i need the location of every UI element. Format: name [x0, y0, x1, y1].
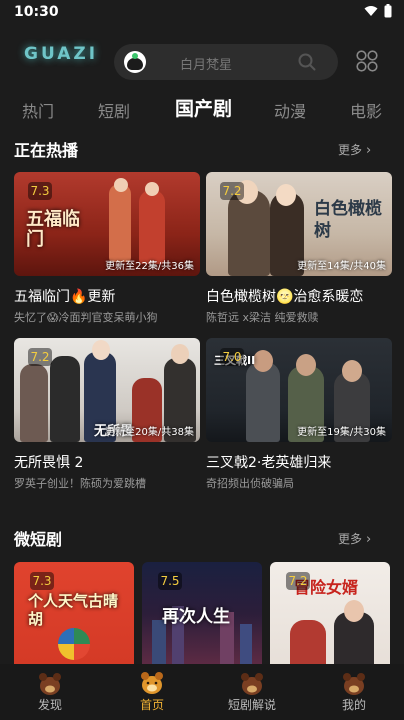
- drama-card[interactable]: 五福临门 7.3 更新至22集/共36集 五福临门🔥更新 失忆了😱冷面判官变呆萌…: [14, 172, 200, 325]
- nav-profile[interactable]: 我的: [314, 664, 394, 713]
- nav-label: 发现: [37, 698, 62, 712]
- section-title-shorts: 微短剧: [14, 530, 63, 549]
- drama-title: 三叉戟2·老英雄归来: [206, 455, 332, 471]
- drama-title: 无所畏惧 2: [14, 455, 84, 471]
- episode-status: 更新至22集/共36集: [105, 261, 194, 272]
- drama-subtitle: 奇招频出侦破骗局: [206, 477, 294, 490]
- poster[interactable]: 五福临门 7.3 更新至22集/共36集: [14, 172, 200, 276]
- tab-domestic-drama[interactable]: 国产剧: [175, 94, 232, 121]
- discover-icon: [39, 673, 61, 695]
- more-label: 更多: [338, 143, 363, 157]
- score-badge: 7.0: [220, 348, 244, 366]
- short-drama-card[interactable]: 冒险女婿 7.2: [270, 562, 390, 666]
- wifi-icon: [364, 6, 378, 16]
- drama-card[interactable]: 无所畏 7.2 更新至20集/共38集 无所畏惧 2 罗英子创业！陈硕为爱跳槽: [14, 338, 200, 491]
- drama-subtitle: 陈哲远 x梁洁 纯爱救赎: [206, 311, 319, 324]
- category-tabs: 热门 短剧 国产剧 动漫 电影: [0, 94, 404, 124]
- drama-title: 五福临门🔥更新: [14, 289, 116, 305]
- poster-title: 个人天气古晴胡: [28, 592, 119, 628]
- search-icon[interactable]: [298, 53, 316, 71]
- episode-status: 更新至14集/共40集: [297, 261, 386, 272]
- chevron-right-icon: ›: [366, 143, 372, 158]
- chevron-right-icon: ›: [366, 532, 372, 547]
- short-drama-card[interactable]: 再次人生 7.5: [142, 562, 262, 666]
- episode-status: 更新至19集/共30集: [297, 427, 386, 438]
- app-logo: GUAZI: [24, 44, 99, 64]
- score-badge: 7.5: [158, 572, 182, 590]
- poster[interactable]: 无所畏 7.2 更新至20集/共38集: [14, 338, 200, 442]
- tab-anime[interactable]: 动漫: [274, 98, 306, 122]
- bottom-nav: 发现 首页 短剧解说 我的: [0, 664, 404, 720]
- more-label: 更多: [338, 532, 363, 546]
- more-hot-link[interactable]: 更多 ›: [338, 141, 371, 158]
- poster-title: 白色橄榄树: [314, 199, 382, 241]
- poster-title: 五福临门: [26, 209, 80, 250]
- poster-title: 再次人生: [162, 607, 230, 627]
- poster[interactable]: 三叉戟II 7.0 更新至19集/共30集: [206, 338, 392, 442]
- nav-label: 短剧解说: [227, 698, 276, 712]
- nav-label: 我的: [341, 698, 366, 712]
- section-title-hot: 正在热播: [14, 141, 79, 160]
- nav-short-drama-commentary[interactable]: 短剧解说: [212, 664, 292, 713]
- nav-home[interactable]: 首页: [112, 664, 192, 713]
- score-badge: 7.2: [220, 182, 244, 200]
- drama-title: 白色橄榄树🌝治愈系暖恋: [206, 289, 364, 305]
- profile-icon: [343, 673, 365, 695]
- search-placeholder: 白月梵星: [180, 58, 233, 73]
- home-icon: [141, 672, 163, 694]
- tab-movie[interactable]: 电影: [350, 98, 382, 122]
- short-drama-card[interactable]: 个人天气古晴胡 7.3: [14, 562, 134, 666]
- poster[interactable]: 白色橄榄树 7.2 更新至14集/共40集: [206, 172, 392, 276]
- avatar[interactable]: [124, 51, 146, 73]
- tab-short-drama[interactable]: 短剧: [98, 98, 130, 122]
- search-bar[interactable]: 白月梵星: [114, 44, 338, 80]
- more-shorts-link[interactable]: 更多 ›: [338, 530, 371, 547]
- score-badge: 7.3: [30, 572, 54, 590]
- drama-card[interactable]: 三叉戟II 7.0 更新至19集/共30集 三叉戟2·老英雄归来 奇招频出侦破骗…: [206, 338, 392, 491]
- score-badge: 7.2: [28, 348, 52, 366]
- status-bar: 10:30: [0, 0, 404, 26]
- battery-icon: [384, 4, 392, 18]
- drama-subtitle: 失忆了😱冷面判官变呆萌小狗: [14, 311, 158, 324]
- short-drama-icon: [241, 673, 263, 695]
- category-grid-icon[interactable]: [356, 50, 378, 72]
- tab-hot[interactable]: 热门: [22, 98, 54, 122]
- drama-subtitle: 罗英子创业！陈硕为爱跳槽: [14, 477, 146, 490]
- score-badge: 7.3: [28, 182, 52, 200]
- drama-card[interactable]: 白色橄榄树 7.2 更新至14集/共40集 白色橄榄树🌝治愈系暖恋 陈哲远 x梁…: [206, 172, 392, 325]
- episode-status: 更新至20集/共38集: [105, 427, 194, 438]
- status-time: 10:30: [14, 4, 59, 20]
- nav-label: 首页: [139, 698, 164, 712]
- status-icons: [364, 4, 392, 18]
- score-badge: 7.2: [286, 572, 310, 590]
- nav-discover[interactable]: 发现: [10, 664, 90, 713]
